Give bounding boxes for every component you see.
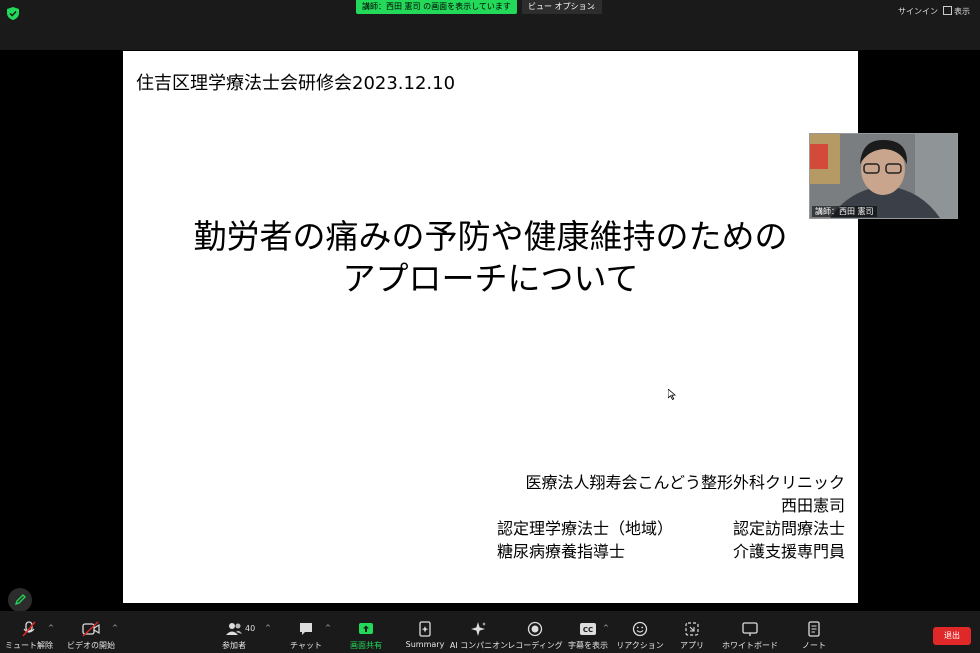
slide-presenter-name: 西田憲司 xyxy=(780,496,845,515)
speaker-video-tile[interactable]: 講師：西田 憲司 xyxy=(809,133,958,219)
whiteboard-icon xyxy=(742,621,758,637)
slide-title: 勤労者の痛みの予防や健康維持のための アプローチについて xyxy=(123,216,858,300)
slide-affiliation: 医療法人翔寿会こんどう整形外科クリニック xyxy=(525,473,845,492)
mute-options-caret[interactable]: ^ xyxy=(48,624,54,632)
credential-row: 認定理学療法士（地域） 認定訪問療法士 xyxy=(497,517,845,540)
participants-label: 参加者 xyxy=(222,641,246,650)
view-button[interactable]: 表示 xyxy=(943,6,970,17)
reactions-button[interactable]: リアクション xyxy=(616,611,664,653)
screen-share-banner: 講師：西田 憲司 の画面を表示しています xyxy=(356,0,517,14)
summary-button[interactable]: Summary xyxy=(404,611,446,653)
leave-meeting-button[interactable]: 退出 xyxy=(933,627,971,645)
chat-button[interactable]: チャット xyxy=(288,611,324,653)
pencil-icon xyxy=(14,594,26,606)
view-label: 表示 xyxy=(954,7,970,16)
share-screen-button[interactable]: 画面共有 xyxy=(346,611,386,653)
summary-icon xyxy=(417,621,433,637)
slide-title-line2: アプローチについて xyxy=(342,259,639,298)
video-off-icon xyxy=(82,621,100,637)
mute-button[interactable]: ミュート解除 xyxy=(5,611,53,653)
credential: 介護支援専門員 xyxy=(732,542,845,561)
speaker-name-label: 講師：西田 憲司 xyxy=(812,206,877,217)
reactions-label: リアクション xyxy=(616,641,664,650)
mute-label: ミュート解除 xyxy=(5,641,53,650)
credential: 認定訪問療法士 xyxy=(732,519,845,538)
notes-icon xyxy=(806,621,822,637)
record-button[interactable]: レコーディング xyxy=(507,611,563,653)
participants-icon xyxy=(225,621,243,637)
start-video-button[interactable]: ビデオの開始 xyxy=(66,611,116,653)
sparkle-icon xyxy=(470,621,488,637)
credential-row: 糖尿病療養指導士 介護支援専門員 xyxy=(497,540,845,563)
apps-button[interactable]: アプリ xyxy=(676,611,708,653)
captions-button[interactable]: CC 字幕を表示 xyxy=(566,611,610,653)
whiteboard-label: ホワイトボード xyxy=(722,641,778,650)
smiley-icon xyxy=(632,621,648,637)
credential: 認定理学療法士（地域） xyxy=(497,519,674,538)
shield-icon xyxy=(7,7,19,20)
notes-button[interactable]: ノート xyxy=(798,611,830,653)
meeting-toolbar: ミュート解除 ^ ビデオの開始 ^ 参加者 40 ^ チャット ^ 画面共有 S… xyxy=(0,611,980,653)
grid-icon xyxy=(943,6,952,15)
participants-count: 40 xyxy=(245,624,256,633)
video-label: ビデオの開始 xyxy=(67,641,115,650)
apps-label: アプリ xyxy=(680,641,704,650)
chat-options-caret[interactable]: ^ xyxy=(325,624,331,632)
view-options-button[interactable]: ビュー オプション ⌄ xyxy=(522,0,602,14)
annotate-button[interactable] xyxy=(8,588,32,612)
view-options-label: ビュー オプション xyxy=(528,2,595,11)
chat-bubble-icon xyxy=(298,621,314,637)
microphone-muted-icon xyxy=(21,621,37,637)
slide-title-line1: 勤労者の痛みの予防や健康維持のための xyxy=(193,217,788,256)
share-label: 画面共有 xyxy=(350,641,382,650)
captions-options-caret[interactable]: ^ xyxy=(603,624,609,632)
participants-options-caret[interactable]: ^ xyxy=(265,624,271,632)
chat-label: チャット xyxy=(290,641,322,650)
summary-label: Summary xyxy=(405,640,445,649)
top-bar: 講師：西田 憲司 の画面を表示しています ビュー オプション ⌄ サインイン 表… xyxy=(0,0,980,50)
svg-text:CC: CC xyxy=(583,626,593,634)
slide-presenter-info: 医療法人翔寿会こんどう整形外科クリニック 西田憲司 認定理学療法士（地域） 認定… xyxy=(497,471,845,563)
apps-icon xyxy=(684,621,700,637)
video-options-caret[interactable]: ^ xyxy=(112,624,118,632)
chevron-down-icon: ⌄ xyxy=(590,3,596,11)
slide-header: 住吉区理学療法士会研修会2023.12.10 xyxy=(136,73,456,94)
record-label: レコーディング xyxy=(507,641,563,650)
ai-companion-button[interactable]: AI コンパニオン xyxy=(450,611,508,653)
notes-label: ノート xyxy=(802,641,826,650)
captions-cc-icon: CC xyxy=(579,621,597,637)
whiteboard-button[interactable]: ホワイトボード xyxy=(722,611,778,653)
captions-label: 字幕を表示 xyxy=(568,641,608,650)
record-icon xyxy=(527,621,543,637)
sign-in-button[interactable]: サインイン xyxy=(898,6,938,17)
shared-slide: 住吉区理学療法士会研修会2023.12.10 勤労者の痛みの予防や健康維持のため… xyxy=(123,51,858,603)
credential: 糖尿病療養指導士 xyxy=(497,542,626,561)
share-screen-icon xyxy=(358,621,374,637)
mouse-cursor-icon xyxy=(668,389,676,400)
ai-label: AI コンパニオン xyxy=(449,641,509,650)
